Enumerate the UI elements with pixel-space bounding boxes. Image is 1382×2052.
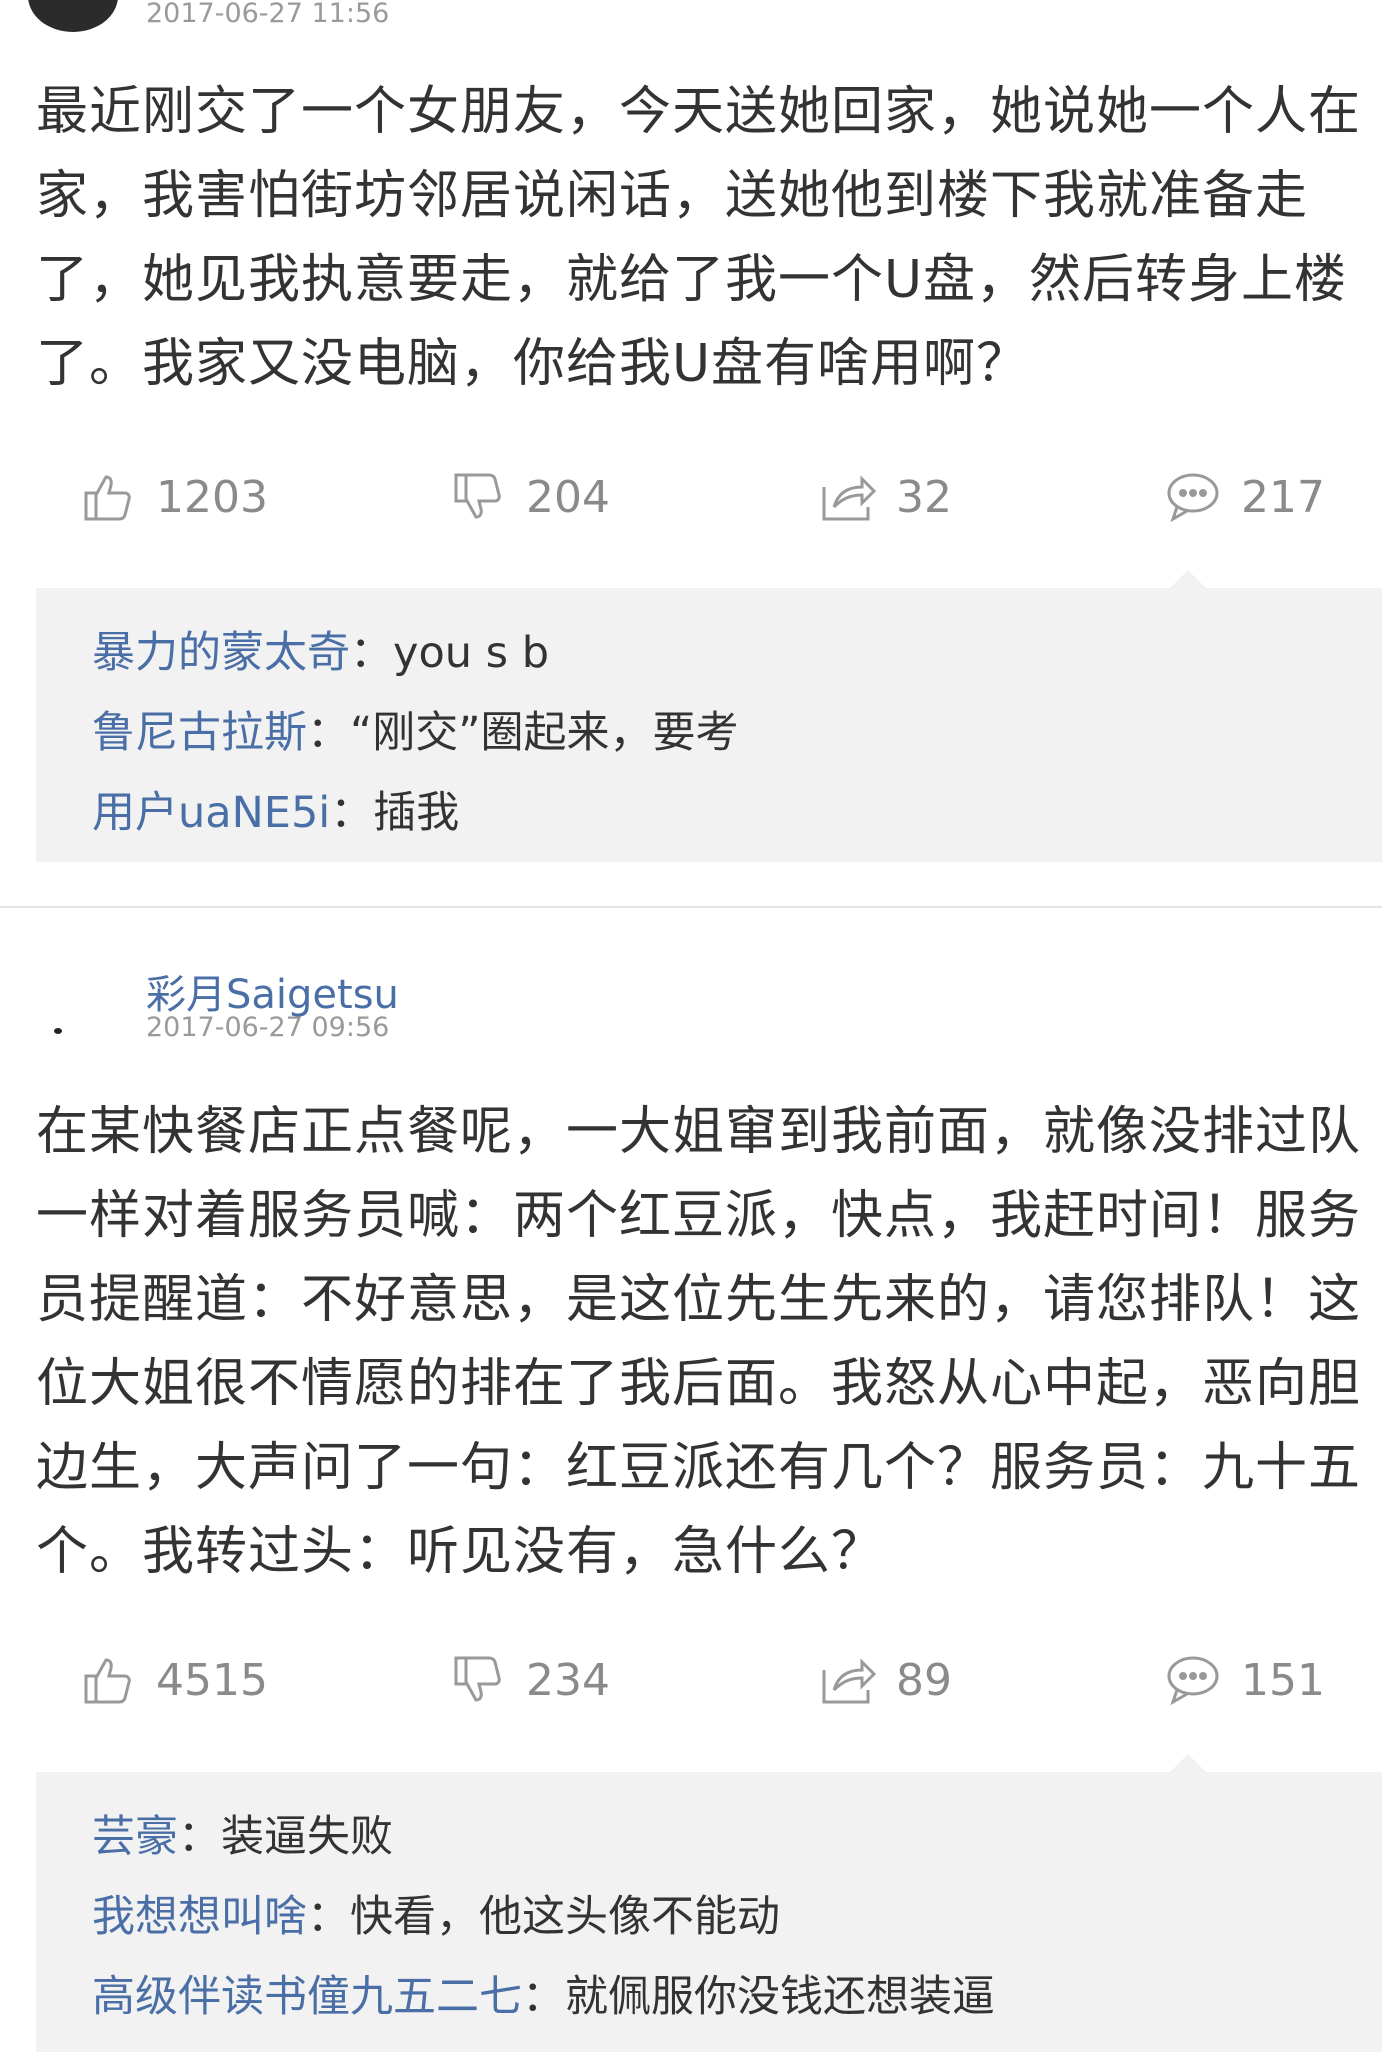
avatar[interactable]	[28, 0, 118, 32]
share-count: 32	[896, 471, 952, 523]
like-button[interactable]: 4515	[80, 1640, 268, 1720]
thumbs-up-icon	[84, 1658, 131, 1704]
post-text: 在某快餐店正点餐呢，一大姐窜到我前面，就像没排过队一样对着服务员喊：两个红豆派，…	[36, 1102, 1362, 1582]
share-button[interactable]: 32	[820, 457, 952, 537]
share-button[interactable]: 89	[820, 1640, 952, 1720]
reply-username[interactable]: 芸豪	[92, 1812, 178, 1862]
like-button[interactable]: 1203	[80, 457, 268, 537]
reply-text: ：插我	[330, 788, 460, 838]
post-actions: 4515 234 89 151	[0, 1640, 1382, 1720]
like-count: 1203	[156, 471, 268, 523]
reply-username[interactable]: 鲁尼古拉斯	[92, 708, 307, 758]
share-count: 89	[896, 1654, 952, 1706]
thumbs-up-icon	[84, 475, 131, 521]
reply-username[interactable]: 我想想叫啥	[92, 1892, 307, 1942]
reply-text: ：快看，他这头像不能动	[307, 1892, 780, 1942]
dislike-count: 204	[526, 471, 610, 523]
reply-text: ：you s b	[350, 628, 550, 678]
post-text: 最近刚交了一个女朋友，今天送她回家，她说她一个人在家，我害怕街坊邻居说闲话，送她…	[36, 82, 1362, 394]
avatar[interactable]	[28, 940, 124, 1036]
comment-count: 151	[1241, 1654, 1325, 1706]
reply-username[interactable]: 用户uaNE5i	[92, 788, 330, 838]
reply-item[interactable]: 鲁尼古拉斯：“刚交”圈起来，要考	[92, 698, 739, 760]
dislike-count: 234	[526, 1654, 610, 1706]
share-icon	[822, 1658, 876, 1704]
thumbs-down-icon	[454, 1656, 501, 1702]
thumbs-down-icon	[454, 473, 501, 519]
comment-count: 217	[1241, 471, 1325, 523]
reply-item[interactable]: 用户uaNE5i：插我	[92, 778, 459, 840]
reply-item[interactable]: 高级伴读书僮九五二七：就佩服你没钱还想装逼	[92, 1962, 995, 2024]
reply-text: ：装逼失败	[178, 1812, 393, 1862]
post-actions: 1203 204 32 217	[0, 457, 1382, 537]
post-timestamp: 2017-06-27 11:56	[146, 0, 390, 29]
reply-username[interactable]: 暴力的蒙太奇	[92, 628, 350, 678]
post-timestamp: 2017-06-27 09:56	[146, 1012, 390, 1043]
reply-text: ：“刚交”圈起来，要考	[307, 708, 739, 758]
comment-button[interactable]: 217	[1165, 457, 1325, 537]
post-divider	[0, 906, 1382, 908]
dislike-button[interactable]: 234	[450, 1640, 610, 1720]
like-count: 4515	[156, 1654, 268, 1706]
reply-username[interactable]: 高级伴读书僮九五二七	[92, 1972, 522, 2022]
reply-text: ：就佩服你没钱还想装逼	[522, 1972, 995, 2022]
reply-item[interactable]: 芸豪：装逼失败	[92, 1802, 393, 1864]
comment-button[interactable]: 151	[1165, 1640, 1325, 1720]
reply-list: 芸豪：装逼失败 我想想叫啥：快看，他这头像不能动 高级伴读书僮九五二七：就佩服你…	[36, 1754, 1382, 2052]
comment-icon	[1167, 1656, 1219, 1706]
share-icon	[822, 475, 876, 521]
reply-item[interactable]: 我想想叫啥：快看，他这头像不能动	[92, 1882, 780, 1944]
comment-icon	[1167, 473, 1219, 523]
reply-item[interactable]: 暴力的蒙太奇：you s b	[92, 618, 549, 680]
avatar-dot	[54, 1028, 62, 1034]
dislike-button[interactable]: 204	[450, 457, 610, 537]
reply-list: 暴力的蒙太奇：you s b 鲁尼古拉斯：“刚交”圈起来，要考 用户uaNE5i…	[36, 570, 1382, 862]
